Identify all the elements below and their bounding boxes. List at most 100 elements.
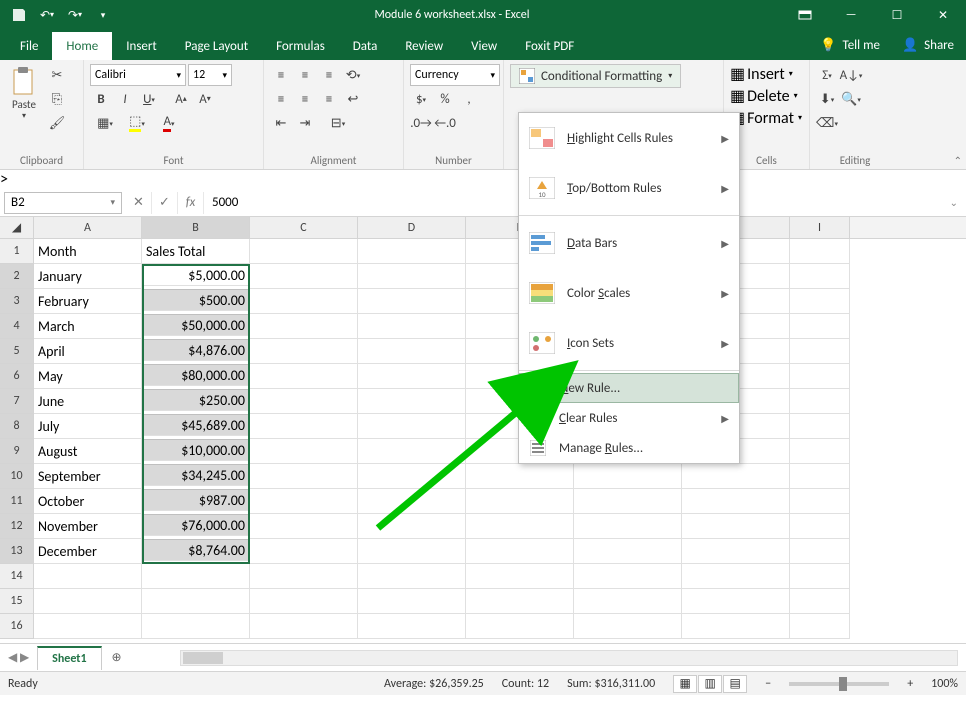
col-header-B[interactable]: B [142, 217, 250, 238]
col-header-D[interactable]: D [358, 217, 466, 238]
cell-A8[interactable]: July [34, 414, 142, 439]
decrease-indent-icon[interactable]: ⇤ [270, 112, 292, 134]
row-header-12[interactable]: 12 [0, 514, 34, 539]
cell-B13[interactable]: $8,764.00 [142, 539, 250, 561]
decrease-font-icon[interactable]: A▾ [194, 88, 216, 110]
font-color-icon[interactable]: A ▾ [154, 112, 184, 134]
tab-foxit-pdf[interactable]: Foxit PDF [511, 32, 588, 60]
share-button[interactable]: 👤Share [890, 30, 966, 60]
cell-I11[interactable] [790, 489, 850, 514]
minimize-icon[interactable]: — [828, 0, 874, 30]
cell-D6[interactable] [358, 364, 466, 389]
expand-formula-bar-icon[interactable]: ⌄ [942, 196, 966, 209]
row-header-11[interactable]: 11 [0, 489, 34, 514]
bold-button[interactable]: B [90, 88, 112, 110]
cell-D4[interactable] [358, 314, 466, 339]
cancel-formula-icon[interactable]: ✕ [126, 192, 152, 214]
row-header-15[interactable]: 15 [0, 589, 34, 614]
cell-C7[interactable] [250, 389, 358, 414]
sheet-tab-sheet1[interactable]: Sheet1 [37, 646, 101, 670]
cell-B1[interactable]: Sales Total [142, 239, 250, 264]
row-header-7[interactable]: 7 [0, 389, 34, 414]
cell-C10[interactable] [250, 464, 358, 489]
cell-H10[interactable] [682, 464, 790, 489]
row-header-3[interactable]: 3 [0, 289, 34, 314]
cell-H13[interactable] [682, 539, 790, 564]
cell-B9[interactable]: $10,000.00 [142, 439, 250, 461]
conditional-formatting-button[interactable]: Conditional Formatting ▾ [510, 64, 681, 88]
cell-C4[interactable] [250, 314, 358, 339]
menu-manage-rules[interactable]: Manage Rules... [519, 433, 739, 463]
zoom-slider[interactable] [789, 682, 889, 686]
cell-A16[interactable] [34, 614, 142, 639]
cell-B7[interactable]: $250.00 [142, 389, 250, 411]
view-normal-icon[interactable]: ▦ [673, 675, 697, 693]
row-header-2[interactable]: 2 [0, 264, 34, 289]
view-page-layout-icon[interactable]: ▥ [698, 675, 722, 693]
italic-button[interactable]: I [114, 88, 136, 110]
tab-formulas[interactable]: Formulas [262, 32, 339, 60]
row-header-10[interactable]: 10 [0, 464, 34, 489]
cell-D10[interactable] [358, 464, 466, 489]
tab-page-layout[interactable]: Page Layout [171, 32, 262, 60]
cell-E16[interactable] [466, 614, 574, 639]
cell-A7[interactable]: June [34, 389, 142, 414]
cell-G15[interactable] [574, 589, 682, 614]
tab-data[interactable]: Data [339, 32, 392, 60]
cell-D15[interactable] [358, 589, 466, 614]
insert-cells-button[interactable]: ▦ Insert ▾ [730, 64, 793, 84]
cell-A3[interactable]: February [34, 289, 142, 314]
find-select-icon[interactable]: 🔍▾ [840, 88, 862, 110]
decrease-decimal-icon[interactable]: ←.0 [434, 112, 456, 134]
font-size-select[interactable]: 12 ▾ [188, 64, 232, 86]
new-sheet-button[interactable]: ⊕ [102, 646, 132, 669]
cell-I1[interactable] [790, 239, 850, 264]
cell-C16[interactable] [250, 614, 358, 639]
menu-highlight-cells-rules[interactable]: Highlight Cells Rules ▶ [519, 113, 739, 163]
spreadsheet-grid[interactable]: ◢ A B C D E G H I 1234567891011121314151… [0, 217, 966, 643]
cell-A12[interactable]: November [34, 514, 142, 539]
cell-C8[interactable] [250, 414, 358, 439]
cell-C15[interactable] [250, 589, 358, 614]
name-box[interactable]: B2▾ [4, 192, 122, 214]
cell-B15[interactable] [142, 589, 250, 614]
cell-B4[interactable]: $50,000.00 [142, 314, 250, 336]
tab-file[interactable]: File [6, 32, 52, 60]
cell-B5[interactable]: $4,876.00 [142, 339, 250, 361]
cell-E13[interactable] [466, 539, 574, 564]
redo-icon[interactable]: ↷ ▾ [62, 2, 88, 28]
increase-indent-icon[interactable]: ⇥ [294, 112, 316, 134]
cell-D3[interactable] [358, 289, 466, 314]
cell-I8[interactable] [790, 414, 850, 439]
cell-A10[interactable]: September [34, 464, 142, 489]
cell-B14[interactable] [142, 564, 250, 589]
format-painter-icon[interactable]: 🖌 [46, 112, 68, 134]
fill-color-icon[interactable]: ⬚ ▾ [122, 112, 152, 134]
cell-H15[interactable] [682, 589, 790, 614]
cell-D16[interactable] [358, 614, 466, 639]
cell-D7[interactable] [358, 389, 466, 414]
cell-I4[interactable] [790, 314, 850, 339]
copy-icon[interactable]: ⎘ [46, 88, 68, 110]
menu-new-rule[interactable]: New Rule... [519, 373, 739, 403]
cell-H12[interactable] [682, 514, 790, 539]
cell-E14[interactable] [466, 564, 574, 589]
cell-A2[interactable]: January [34, 264, 142, 289]
cell-D5[interactable] [358, 339, 466, 364]
cell-D8[interactable] [358, 414, 466, 439]
menu-clear-rules[interactable]: Clear Rules ▶ [519, 403, 739, 433]
orientation-icon[interactable]: ⟲▾ [342, 64, 364, 86]
cell-C12[interactable] [250, 514, 358, 539]
number-format-select[interactable]: Currency▾ [410, 64, 500, 86]
cell-C11[interactable] [250, 489, 358, 514]
tab-insert[interactable]: Insert [112, 32, 171, 60]
cell-B10[interactable]: $34,245.00 [142, 464, 250, 486]
row-header-6[interactable]: 6 [0, 364, 34, 389]
cell-H14[interactable] [682, 564, 790, 589]
close-icon[interactable]: ✕ [920, 0, 966, 30]
cell-G11[interactable] [574, 489, 682, 514]
cell-C9[interactable] [250, 439, 358, 464]
qat-customize-icon[interactable]: ▾ [90, 2, 116, 28]
paste-button[interactable]: Paste ▾ [6, 64, 42, 123]
menu-color-scales[interactable]: Color Scales ▶ [519, 268, 739, 318]
